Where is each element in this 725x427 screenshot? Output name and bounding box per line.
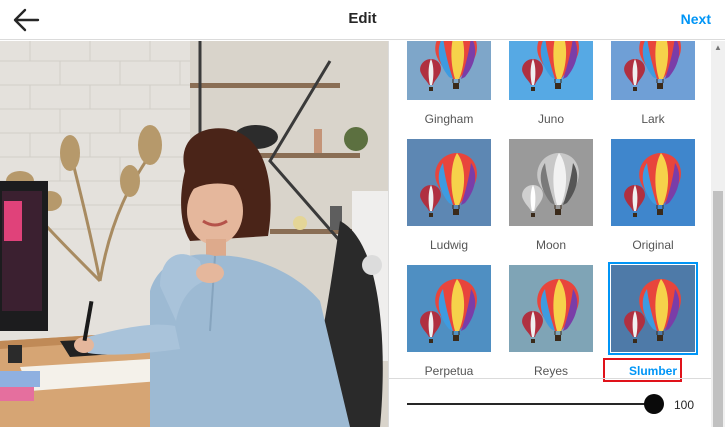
- filter-thumbnail[interactable]: [611, 41, 695, 100]
- filter-thumbnail[interactable]: [407, 139, 491, 226]
- filter-thumbnail[interactable]: [509, 139, 593, 226]
- scrollbar[interactable]: ▲: [711, 41, 725, 427]
- filter-tile-gingham[interactable]: Gingham: [407, 41, 493, 126]
- filter-tile-reyes[interactable]: Reyes: [509, 265, 595, 378]
- filter-tile-perpetua[interactable]: Perpetua: [407, 265, 493, 378]
- header-bar: Edit Next: [0, 0, 725, 40]
- photo-preview: [0, 41, 388, 427]
- filter-thumbnail[interactable]: [611, 139, 695, 226]
- filter-tile-original[interactable]: Original: [611, 139, 697, 252]
- next-button[interactable]: Next: [681, 11, 711, 27]
- filter-tile-lark[interactable]: Lark: [611, 41, 697, 126]
- strength-slider-track[interactable]: [407, 403, 653, 405]
- hot-air-balloon-icon: [509, 265, 593, 352]
- filter-tile-ludwig[interactable]: Ludwig: [407, 139, 493, 252]
- panel-divider: [389, 378, 711, 379]
- hot-air-balloon-icon: [509, 139, 593, 226]
- filter-thumbnail[interactable]: [608, 262, 698, 355]
- hot-air-balloon-icon: [407, 139, 491, 226]
- strength-value: 100: [674, 398, 695, 412]
- hot-air-balloon-icon: [611, 265, 695, 352]
- page-title: Edit: [348, 10, 377, 27]
- filter-label: Original: [632, 238, 674, 252]
- hot-air-balloon-icon: [407, 265, 491, 352]
- filter-thumbnail[interactable]: [509, 41, 593, 100]
- hot-air-balloon-icon: [611, 139, 695, 226]
- hot-air-balloon-icon: [509, 41, 593, 100]
- filter-thumbnail[interactable]: [407, 41, 491, 100]
- hot-air-balloon-icon: [611, 41, 695, 100]
- photo-woman-at-desk: [0, 41, 388, 427]
- filter-label: Lark: [641, 112, 665, 126]
- scroll-up-icon[interactable]: ▲: [714, 43, 722, 52]
- filter-tile-slumber[interactable]: Slumber: [608, 262, 698, 378]
- filter-tile-juno[interactable]: Juno: [509, 41, 595, 126]
- filter-thumbnail[interactable]: [509, 265, 593, 352]
- scrollbar-thumb[interactable]: [713, 191, 723, 427]
- strength-slider-knob[interactable]: [644, 394, 664, 414]
- filter-thumbnail[interactable]: [407, 265, 491, 352]
- filter-panel: Gingham Juno Lark Ludwig Moon Original P…: [388, 41, 725, 427]
- filter-tile-moon[interactable]: Moon: [509, 139, 595, 252]
- hot-air-balloon-icon: [407, 41, 491, 100]
